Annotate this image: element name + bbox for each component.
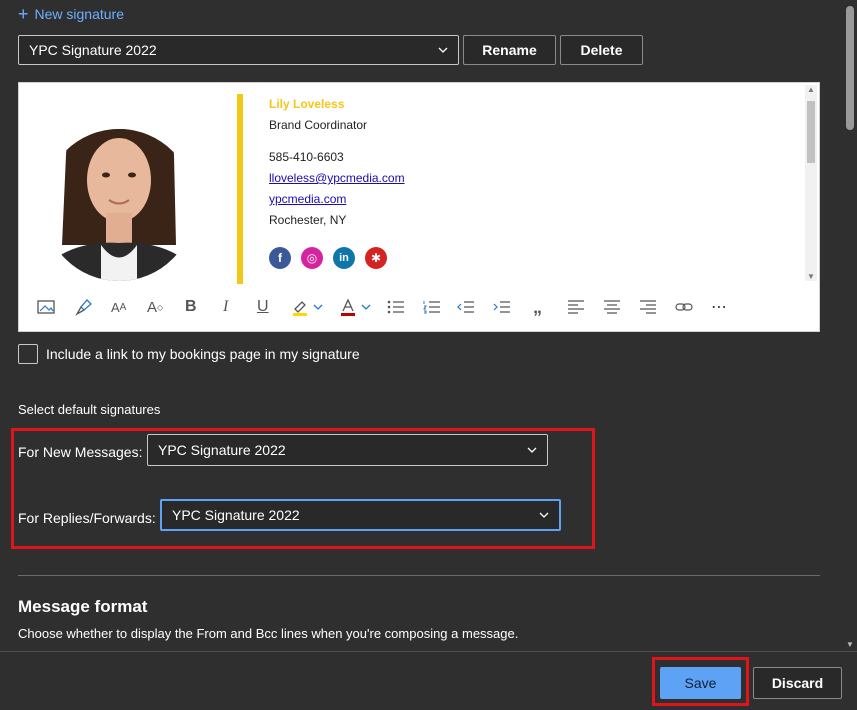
text-effects-icon[interactable]: A ◇ <box>147 295 163 319</box>
align-center-icon[interactable] <box>603 295 621 319</box>
decrease-indent-icon[interactable] <box>457 295 475 319</box>
quote-icon[interactable]: „ <box>533 295 542 319</box>
signature-location: Rochester, NY <box>269 213 347 227</box>
delete-button[interactable]: Delete <box>560 35 643 65</box>
page-scrollbar[interactable]: ▼ <box>843 0 857 651</box>
facebook-icon[interactable]: f <box>269 247 291 269</box>
plus-icon: + <box>18 4 29 24</box>
bold-icon[interactable]: B <box>185 295 197 319</box>
profile-photo <box>46 95 192 281</box>
font-color-chevron-icon[interactable] <box>361 295 371 319</box>
chevron-down-icon <box>527 447 537 453</box>
signature-phone: 585-410-6603 <box>269 150 344 164</box>
format-painter-icon[interactable] <box>75 295 93 319</box>
more-options-icon[interactable]: ⋯ <box>711 295 727 319</box>
chevron-down-icon <box>539 512 549 518</box>
scroll-down-arrow-icon[interactable]: ▼ <box>807 272 815 281</box>
bookings-checkbox[interactable] <box>18 344 38 364</box>
new-messages-select-value: YPC Signature 2022 <box>158 442 286 458</box>
new-signature-button[interactable]: + New signature <box>18 5 124 23</box>
editor-scrollbar-thumb[interactable] <box>807 101 815 163</box>
linkedin-icon[interactable]: in <box>333 247 355 269</box>
signature-title: Brand Coordinator <box>269 118 368 132</box>
new-signature-label: New signature <box>34 6 125 22</box>
signature-select[interactable]: YPC Signature 2022 <box>18 35 459 65</box>
align-right-icon[interactable] <box>639 295 657 319</box>
save-button[interactable]: Save <box>660 667 741 699</box>
new-messages-label: For New Messages: <box>18 444 143 460</box>
yelp-icon[interactable]: ✱ <box>365 247 387 269</box>
highlight-icon[interactable] <box>291 295 309 319</box>
scroll-up-arrow-icon[interactable]: ▲ <box>807 85 815 94</box>
highlight-chevron-icon[interactable] <box>313 295 323 319</box>
page-scroll-down-icon[interactable]: ▼ <box>846 640 854 649</box>
font-size-icon[interactable]: AA <box>111 295 126 319</box>
bullets-icon[interactable] <box>387 295 405 319</box>
replies-forwards-select[interactable]: YPC Signature 2022 <box>160 499 561 531</box>
message-format-description: Choose whether to display the From and B… <box>18 626 519 641</box>
section-divider <box>18 575 820 576</box>
formatting-toolbar: AA A ◇ B I U „ ⋯ <box>19 293 819 323</box>
font-color-icon[interactable] <box>339 295 357 319</box>
underline-icon[interactable]: U <box>257 295 269 319</box>
signature-select-value: YPC Signature 2022 <box>29 42 157 58</box>
numbering-icon[interactable] <box>423 295 441 319</box>
message-format-heading: Message format <box>18 597 148 616</box>
signature-editor[interactable]: Lily Loveless Brand Coordinator 585-410-… <box>18 82 820 332</box>
footer-divider <box>0 651 857 652</box>
replies-forwards-label: For Replies/Forwards: <box>18 510 156 526</box>
page-scrollbar-thumb[interactable] <box>846 6 854 130</box>
italic-icon[interactable]: I <box>223 295 228 319</box>
replies-forwards-select-value: YPC Signature 2022 <box>172 507 300 523</box>
default-signatures-heading: Select default signatures <box>18 402 161 417</box>
insert-picture-icon[interactable] <box>37 295 55 319</box>
signature-name: Lily Loveless <box>269 97 345 111</box>
signature-accent-bar <box>237 94 243 284</box>
new-messages-select[interactable]: YPC Signature 2022 <box>147 434 548 466</box>
signature-website-link[interactable]: ypcmedia.com <box>269 192 346 206</box>
rename-button[interactable]: Rename <box>463 35 556 65</box>
link-icon[interactable] <box>675 295 693 319</box>
signature-email-link[interactable]: lloveless@ypcmedia.com <box>269 171 405 185</box>
align-left-icon[interactable] <box>567 295 585 319</box>
instagram-icon[interactable]: ◎ <box>301 247 323 269</box>
chevron-down-icon <box>438 47 448 53</box>
discard-button[interactable]: Discard <box>753 667 842 699</box>
bookings-checkbox-label: Include a link to my bookings page in my… <box>46 346 360 362</box>
editor-scrollbar[interactable]: ▲ ▼ <box>805 85 817 281</box>
increase-indent-icon[interactable] <box>493 295 511 319</box>
